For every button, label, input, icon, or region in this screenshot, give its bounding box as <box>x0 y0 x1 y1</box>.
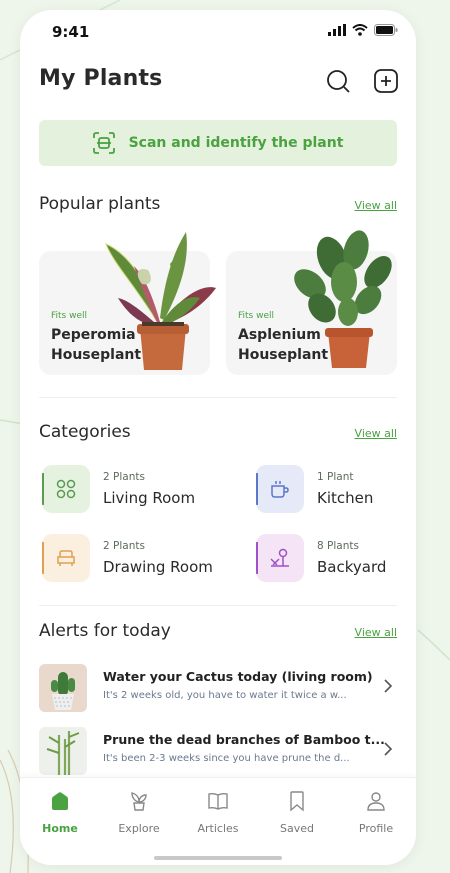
category-backyard[interactable]: 8 Plants Backyard <box>254 534 416 586</box>
signal-icon <box>328 24 346 36</box>
chevron-right-icon <box>384 742 393 756</box>
category-count: 2 Plants <box>103 471 145 483</box>
popular-view-all-link[interactable]: View all <box>355 199 397 212</box>
category-drawing-room[interactable]: 2 Plants Drawing Room <box>40 534 215 586</box>
category-kitchen[interactable]: 1 Plant Kitchen <box>254 465 416 517</box>
plant-name-line1: Asplenium <box>238 327 321 343</box>
nav-profile[interactable]: Profile <box>341 790 411 835</box>
chevron-right-icon <box>384 679 393 693</box>
category-living-room[interactable]: 2 Plants Living Room <box>40 465 215 517</box>
alert-item-prune-bamboo[interactable]: Prune the dead branches of Bamboo t... I… <box>39 727 397 777</box>
alert-description: It's 2 weeks old, you have to water it t… <box>103 690 347 701</box>
plant-tag: Fits well <box>51 311 87 321</box>
wifi-icon <box>352 24 368 36</box>
nav-label: Explore <box>118 822 160 835</box>
grid-icon <box>56 479 76 499</box>
popular-plants-header: Popular plants View all <box>39 194 397 218</box>
tree-icon <box>270 548 289 567</box>
plant-card-peperomia[interactable]: Fits well Peperomia Houseplant <box>39 251 210 375</box>
alerts-header: Alerts for today View all <box>39 621 397 645</box>
page-header: My Plants <box>39 62 399 102</box>
nav-label: Saved <box>280 822 314 835</box>
bookmark-icon <box>290 791 304 812</box>
nav-saved[interactable]: Saved <box>262 790 332 835</box>
add-plant-icon[interactable] <box>373 68 399 94</box>
category-icon-box <box>42 465 90 513</box>
alerts-view-all-link[interactable]: View all <box>355 626 397 639</box>
scan-plant-button[interactable]: Scan and identify the plant <box>39 120 397 166</box>
section-title-alerts: Alerts for today <box>39 621 171 641</box>
plant-card-asplenium[interactable]: Fits well Asplenium Houseplant <box>226 251 397 375</box>
plant-icon <box>131 792 147 811</box>
categories-header: Categories View all <box>39 422 397 446</box>
category-name: Kitchen <box>317 489 374 507</box>
nav-label: Home <box>42 822 78 835</box>
bottom-navigation: Home Explore Articles Saved Profile <box>20 777 416 865</box>
alert-description: It's been 2-3 weeks since you have prune… <box>103 753 350 764</box>
plant-name-line2: Houseplant <box>51 347 142 363</box>
section-title-popular: Popular plants <box>39 194 161 214</box>
alert-title: Water your Cactus today (living room) <box>103 669 373 684</box>
mug-icon <box>271 481 289 498</box>
status-icons <box>328 24 398 36</box>
status-bar: 9:41 <box>20 10 416 52</box>
armchair-icon <box>57 550 75 566</box>
category-name: Backyard <box>317 558 387 576</box>
alert-item-water-cactus[interactable]: Water your Cactus today (living room) It… <box>39 664 397 714</box>
cactus-image <box>39 664 87 712</box>
categories-view-all-link[interactable]: View all <box>355 427 397 440</box>
category-icon-box <box>256 465 304 513</box>
plant-name: Peperomia Houseplant <box>51 325 141 365</box>
category-count: 2 Plants <box>103 540 145 552</box>
nav-label: Profile <box>358 822 394 835</box>
page-title: My Plants <box>39 66 163 91</box>
section-divider <box>39 605 397 606</box>
bamboo-image <box>39 727 87 775</box>
category-name: Drawing Room <box>103 558 213 576</box>
search-icon[interactable] <box>325 68 351 94</box>
category-count: 1 Plant <box>317 471 354 483</box>
category-icon-box <box>42 534 90 582</box>
alert-title: Prune the dead branches of Bamboo t... <box>103 732 385 747</box>
scan-label: Scan and identify the plant <box>128 135 344 151</box>
phone-screen: 9:41 My Plants Scan and identify the pla… <box>20 10 416 865</box>
nav-label: Articles <box>197 822 239 835</box>
user-icon <box>367 792 385 811</box>
home-icon <box>52 792 68 810</box>
category-name: Living Room <box>103 489 196 507</box>
battery-icon <box>374 24 398 36</box>
scan-icon <box>92 132 115 154</box>
plant-tag: Fits well <box>238 311 274 321</box>
plant-name-line2: Houseplant <box>238 347 329 363</box>
status-time: 9:41 <box>52 23 90 41</box>
section-title-categories: Categories <box>39 422 131 442</box>
plant-name: Asplenium Houseplant <box>238 325 328 365</box>
book-icon <box>208 792 228 810</box>
section-divider <box>39 397 397 398</box>
alert-thumbnail <box>39 727 87 775</box>
category-icon-box <box>256 534 304 582</box>
plant-name-line1: Peperomia <box>51 327 136 343</box>
home-indicator <box>154 856 282 860</box>
nav-home[interactable]: Home <box>25 790 95 835</box>
nav-articles[interactable]: Articles <box>183 790 253 835</box>
category-count: 8 Plants <box>317 540 359 552</box>
alert-thumbnail <box>39 664 87 712</box>
nav-explore[interactable]: Explore <box>104 790 174 835</box>
